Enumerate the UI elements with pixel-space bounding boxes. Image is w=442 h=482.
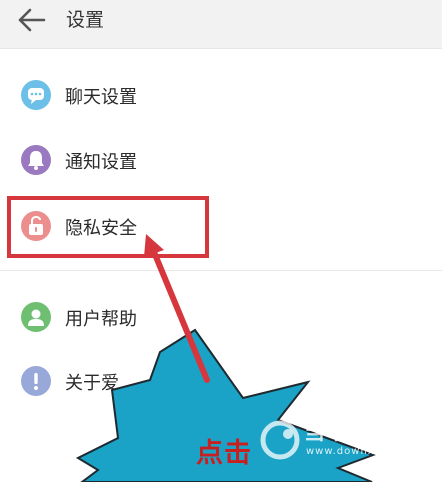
- annotation-overlay: [75, 234, 376, 482]
- watermark-url: www.downxia.com: [306, 446, 415, 457]
- click-annotation: 点击: [196, 438, 252, 469]
- watermark-logo: [260, 420, 300, 460]
- watermark-name: 当下软件园: [304, 420, 414, 444]
